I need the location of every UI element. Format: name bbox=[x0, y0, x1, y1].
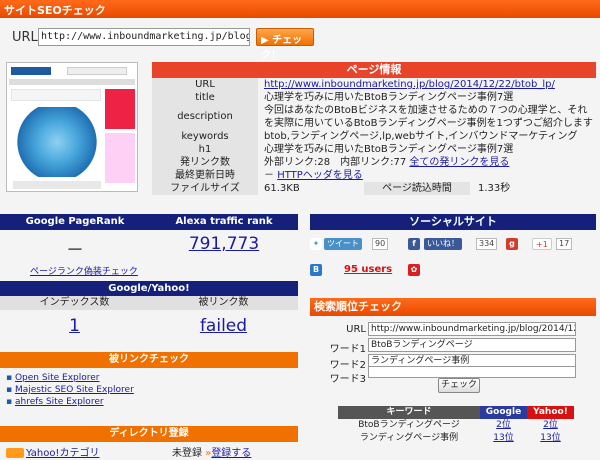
alexa-rank-link[interactable]: 791,773 bbox=[150, 234, 298, 254]
word1-label: ワード1 bbox=[329, 344, 366, 355]
app-title: サイトSEOチェック bbox=[4, 4, 106, 17]
alexa-header: Alexa traffic rank bbox=[150, 214, 298, 230]
google-rank-link[interactable]: 13位 bbox=[493, 433, 513, 443]
pagerank-value: － bbox=[66, 240, 84, 261]
yahoo-rank-link[interactable]: 2位 bbox=[543, 420, 558, 430]
register-link[interactable]: 登録する bbox=[211, 448, 251, 459]
load-time-value: 1.33秒 bbox=[478, 183, 511, 194]
info-row-h1: h1 心理学を巧みに用いたBtoBランディングページ事例7選 bbox=[152, 143, 596, 156]
results-header-row: キーワード Google Yahoo! bbox=[338, 406, 574, 419]
google-yahoo-header: Google/Yahoo! bbox=[0, 281, 298, 297]
info-value: 心理学を巧みに用いたBtoBランディングページ事例7選 bbox=[264, 92, 514, 103]
info-key: 最終更新日時 bbox=[152, 169, 258, 182]
pagerank-header: Google PageRank bbox=[0, 214, 150, 230]
keyword-cell: ランディングページ事例 bbox=[359, 433, 459, 443]
table-row: ランディングページ事例 13位 13位 bbox=[338, 432, 574, 445]
info-row-keywords: keywords btob,ランディングページ,lp,webサイト,インバウンド… bbox=[152, 130, 596, 143]
page-info-table: ページ情報 URL http://www.inboundmarketing.jp… bbox=[152, 62, 596, 195]
rank-check-button[interactable]: チェック bbox=[438, 378, 480, 393]
gplus-count: 17 bbox=[556, 238, 573, 250]
info-key: description bbox=[152, 104, 258, 130]
ahrefs-link[interactable]: ahrefs Site Explorer bbox=[15, 397, 104, 407]
app-header: サイトSEOチェック bbox=[0, 0, 600, 18]
list-item: Majestic SEO Site Explorer bbox=[6, 384, 296, 396]
gplus-button[interactable]: +1 bbox=[532, 238, 552, 250]
hatena-bookmark-icon: B bbox=[310, 264, 322, 276]
info-value: btob,ランディングページ,lp,webサイト,インバウンドマーケティング bbox=[264, 131, 578, 142]
col-keyword: キーワード bbox=[338, 406, 480, 419]
rank-check-header: 検索順位チェック bbox=[310, 298, 596, 316]
info-key: 発リンク数 bbox=[152, 156, 258, 169]
info-value: 外部リンク:28 内部リンク:77 bbox=[264, 157, 407, 168]
facebook-count: 334 bbox=[476, 238, 498, 250]
page-thumbnail bbox=[6, 62, 138, 192]
index-count-label: インデックス数 bbox=[0, 296, 149, 310]
word3-input[interactable] bbox=[368, 366, 576, 378]
hatena-users-link[interactable]: 95 users bbox=[344, 264, 392, 275]
info-key: title bbox=[152, 91, 258, 104]
tweet-count: 90 bbox=[372, 238, 389, 250]
info-row-lastmod: 最終更新日時 － HTTPヘッダを見る bbox=[152, 169, 596, 182]
info-key: keywords bbox=[152, 130, 258, 143]
table-row: BtoBランディングページ 2位 2位 bbox=[338, 419, 574, 432]
url-input[interactable]: http://www.inboundmarketing.jp/blog/2014… bbox=[38, 28, 250, 46]
list-item: ahrefs Site Explorer bbox=[6, 396, 296, 408]
rank-results-table: キーワード Google Yahoo! BtoBランディングページ 2位 2位 … bbox=[338, 406, 574, 445]
social-header: ソーシャルサイト bbox=[310, 214, 596, 230]
backlink-check-header: 被リンクチェック bbox=[0, 352, 298, 368]
info-key: h1 bbox=[152, 143, 258, 156]
info-value: 今回はあなたのBtoBビジネスを加速させるための７つの心理学と、それを実際に用い… bbox=[264, 105, 593, 129]
list-item: Open Site Explorer bbox=[6, 372, 296, 384]
keyword-cell: BtoBランディングページ bbox=[358, 420, 460, 430]
facebook-like-button[interactable]: いいね！ bbox=[424, 238, 462, 250]
twitter-bird-icon: ✦ bbox=[310, 238, 322, 250]
google-rank-link[interactable]: 2位 bbox=[496, 420, 511, 430]
pagerank-fake-check-link[interactable]: ページランク偽装チェック bbox=[30, 264, 138, 277]
backlink-count-label: 被リンク数 bbox=[149, 296, 298, 310]
info-row-outlinks: 発リンク数 外部リンク:28 内部リンク:77 全ての発リンクを見る bbox=[152, 156, 596, 169]
col-google: Google bbox=[480, 406, 527, 419]
directory-header: ディレクトリ登録 bbox=[0, 426, 298, 442]
yahoo-category: Yahoo!カテゴリ bbox=[6, 444, 99, 459]
url-label: URL bbox=[12, 30, 38, 45]
google-plus-icon: g bbox=[506, 238, 518, 250]
yahoo-icon bbox=[6, 448, 24, 458]
backlink-count-link[interactable]: failed bbox=[149, 316, 298, 336]
info-value: 61.3KB bbox=[264, 183, 300, 194]
pocket-icon: ✿ bbox=[408, 264, 420, 276]
status-text: 未登録 bbox=[172, 448, 202, 459]
word1-input[interactable]: BtoBランディングページ bbox=[368, 338, 576, 352]
info-value: － bbox=[264, 170, 274, 181]
rank-url-input[interactable]: http://www.inboundmarketing.jp/blog/2014… bbox=[368, 322, 576, 336]
all-outlinks-link[interactable]: 全ての発リンクを見る bbox=[409, 157, 509, 168]
tweet-button[interactable]: ツイート bbox=[324, 238, 362, 250]
info-row-filesize: ファイルサイズ 61.3KB ページ読込時間 1.33秒 bbox=[152, 182, 596, 195]
info-key: URL bbox=[152, 78, 258, 91]
backlink-tool-list: Open Site Explorer Majestic SEO Site Exp… bbox=[6, 372, 296, 408]
index-count-link[interactable]: 1 bbox=[0, 316, 149, 336]
yahoo-category-link[interactable]: Yahoo!カテゴリ bbox=[26, 448, 99, 459]
page-info-header: ページ情報 bbox=[152, 62, 596, 78]
yahoo-rank-link[interactable]: 13位 bbox=[540, 433, 560, 443]
rank-url-label: URL bbox=[346, 324, 366, 335]
info-row-description: description 今回はあなたのBtoBビジネスを加速させるための７つの心… bbox=[152, 104, 596, 130]
word2-label: ワード2 bbox=[329, 360, 366, 371]
load-time-label: ページ読込時間 bbox=[364, 182, 470, 195]
col-yahoo: Yahoo! bbox=[527, 406, 574, 419]
directory-status: 未登録 »登録する bbox=[172, 448, 252, 459]
facebook-icon: f bbox=[408, 238, 420, 250]
info-row-title: title 心理学を巧みに用いたBtoBランディングページ事例7選 bbox=[152, 91, 596, 104]
info-url-link[interactable]: http://www.inboundmarketing.jp/blog/2014… bbox=[264, 79, 555, 90]
info-value: 心理学を巧みに用いたBtoBランディングページ事例7選 bbox=[264, 144, 514, 155]
check-button[interactable]: ▶ チェック！ bbox=[256, 28, 314, 61]
majestic-seo-link[interactable]: Majestic SEO Site Explorer bbox=[15, 385, 134, 395]
info-key: ファイルサイズ bbox=[152, 182, 258, 195]
info-row-url: URL http://www.inboundmarketing.jp/blog/… bbox=[152, 78, 596, 91]
http-header-link[interactable]: HTTPヘッダを見る bbox=[277, 170, 363, 181]
word3-label: ワード3 bbox=[329, 374, 366, 385]
open-site-explorer-link[interactable]: Open Site Explorer bbox=[15, 373, 100, 383]
